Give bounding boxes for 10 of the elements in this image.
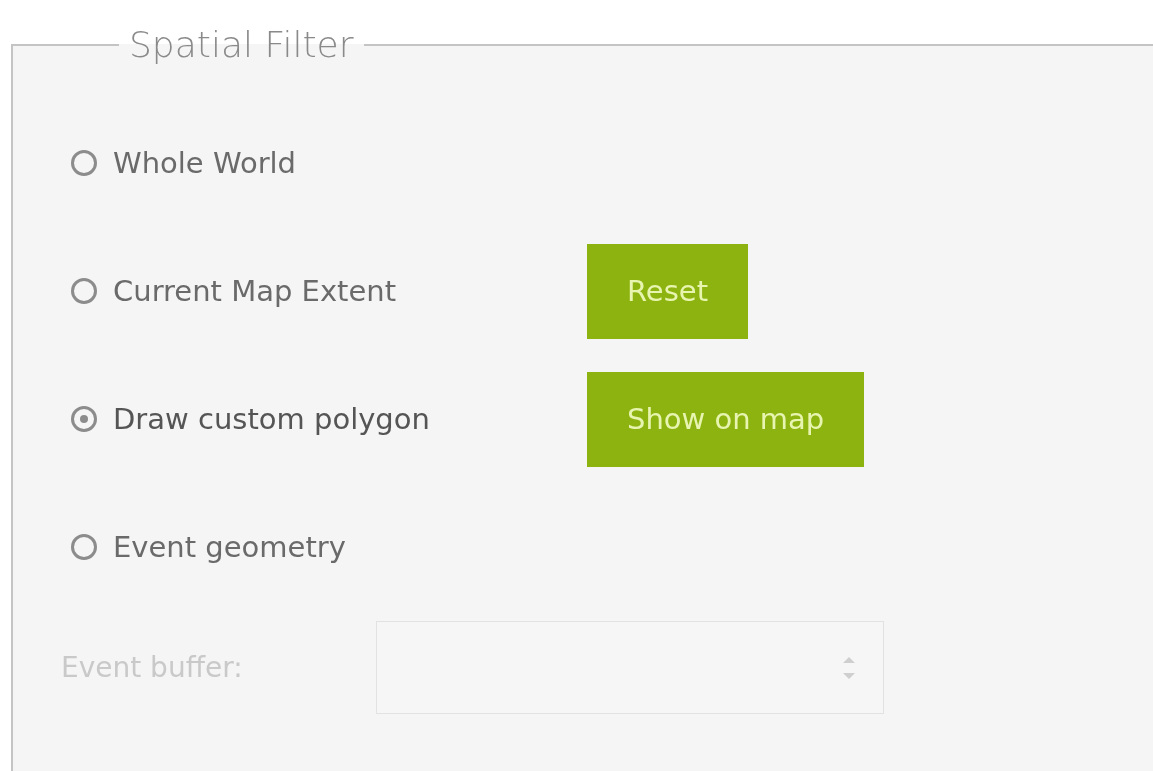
radio-icon[interactable] <box>71 150 97 176</box>
radio-icon[interactable] <box>71 278 97 304</box>
radio-icon[interactable] <box>71 534 97 560</box>
radio-option[interactable]: Whole World <box>71 146 587 180</box>
radio-option[interactable]: Current Map Extent <box>71 274 587 308</box>
panel-title: Spatial Filter <box>128 24 355 65</box>
buffer-spin-field[interactable] <box>376 621 884 714</box>
radio-option[interactable]: Draw custom polygon <box>71 402 587 436</box>
radio-option[interactable]: Event geometry <box>71 530 587 564</box>
radio-icon[interactable] <box>71 406 97 432</box>
